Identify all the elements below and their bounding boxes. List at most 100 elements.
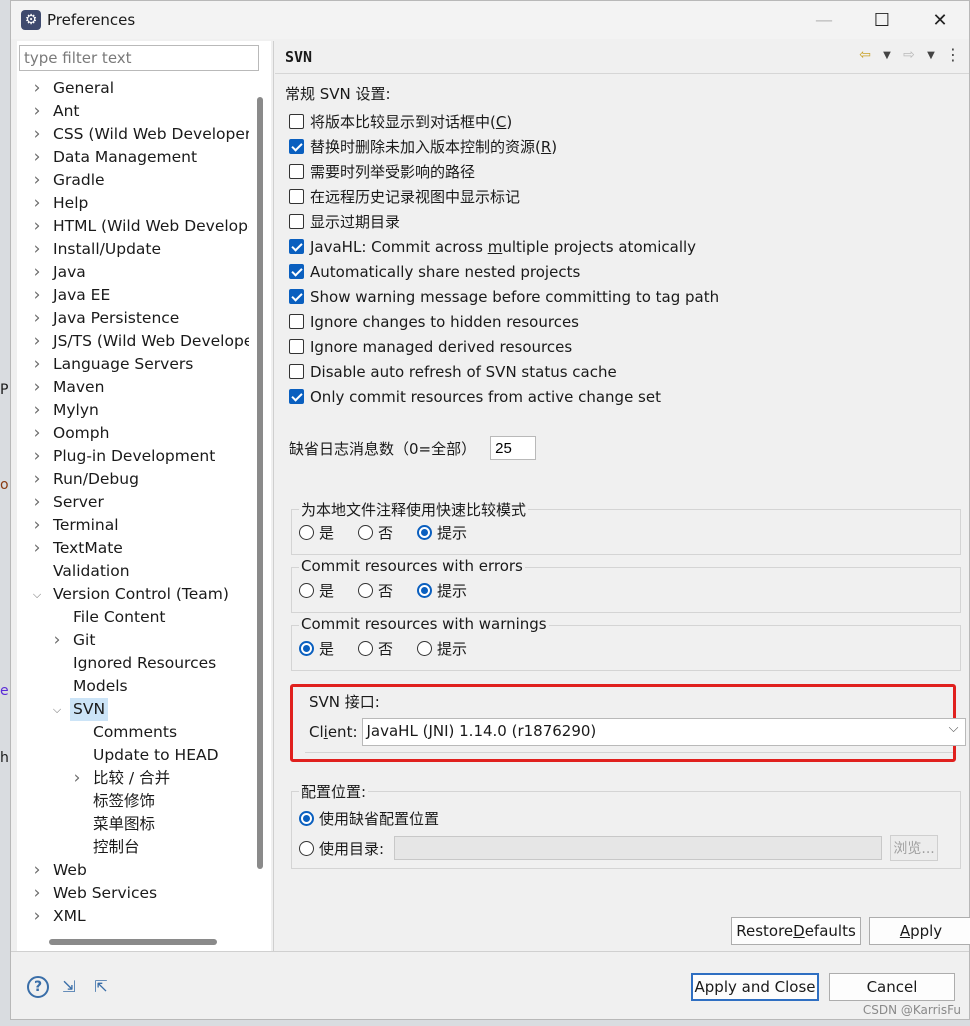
- tree-item[interactable]: ⌵ Version Control (Team): [17, 583, 249, 606]
- radio-option[interactable]: 是: [299, 580, 334, 601]
- tree-item[interactable]: › Terminal: [17, 514, 249, 537]
- client-select[interactable]: JavaHL (JNI) 1.14.0 (r1876290) ⌵: [361, 718, 966, 746]
- chevron-right-icon[interactable]: ›: [71, 767, 83, 790]
- chevron-right-icon[interactable]: ›: [31, 353, 43, 376]
- tree-item[interactable]: Models: [17, 675, 249, 698]
- tree-item[interactable]: › Web Services: [17, 882, 249, 905]
- chevron-right-icon[interactable]: ›: [31, 859, 43, 882]
- chevron-right-icon[interactable]: ›: [31, 882, 43, 905]
- log-count-input[interactable]: [490, 436, 537, 460]
- radio-option[interactable]: 提示: [417, 638, 467, 659]
- radio-option[interactable]: 否: [358, 522, 393, 543]
- tree-item[interactable]: › Gradle: [17, 169, 249, 192]
- chevron-right-icon[interactable]: ›: [31, 169, 43, 192]
- chevron-down-icon[interactable]: ⌵: [51, 698, 63, 721]
- restore-defaults-button[interactable]: Restore Defaults: [731, 917, 861, 945]
- chevron-right-icon[interactable]: ›: [31, 376, 43, 399]
- back-dropdown-icon[interactable]: ▼: [877, 47, 897, 65]
- radio-option[interactable]: 是: [299, 522, 334, 543]
- checkbox-checked-icon[interactable]: [289, 239, 304, 254]
- chevron-right-icon[interactable]: ›: [31, 77, 43, 100]
- browse-button[interactable]: 浏览...: [890, 835, 939, 861]
- checkbox-unchecked-icon[interactable]: [289, 364, 304, 379]
- help-icon[interactable]: ?: [27, 976, 49, 998]
- tree-item[interactable]: › TextMate: [17, 537, 249, 560]
- use-directory-radio[interactable]: 使用目录:: [299, 838, 384, 859]
- apply-button[interactable]: Apply: [869, 917, 970, 945]
- chevron-right-icon[interactable]: ›: [51, 629, 63, 652]
- back-arrow-icon[interactable]: ⇦: [855, 47, 875, 65]
- tree-item[interactable]: › JS/TS (Wild Web Developer: [17, 330, 249, 353]
- tree-item[interactable]: › Java: [17, 261, 249, 284]
- tree-item[interactable]: › Web: [17, 859, 249, 882]
- chevron-right-icon[interactable]: ›: [31, 284, 43, 307]
- setting-checkbox[interactable]: Ignore changes to hidden resources: [289, 309, 719, 334]
- checkbox-checked-icon[interactable]: [289, 389, 304, 404]
- export-icon[interactable]: ⇱: [89, 977, 113, 997]
- tree-item[interactable]: › Install/Update: [17, 238, 249, 261]
- setting-checkbox[interactable]: Disable auto refresh of SVN status cache: [289, 359, 719, 384]
- import-icon[interactable]: ⇲: [57, 977, 81, 997]
- radio-option[interactable]: 否: [358, 580, 393, 601]
- tree-item[interactable]: › Java EE: [17, 284, 249, 307]
- pane-divider[interactable]: [273, 41, 274, 951]
- tree-item[interactable]: 标签修饰: [17, 790, 249, 813]
- chevron-right-icon[interactable]: ›: [31, 238, 43, 261]
- tree-item[interactable]: › HTML (Wild Web Develope: [17, 215, 249, 238]
- minimize-icon[interactable]: —: [795, 1, 853, 39]
- setting-checkbox[interactable]: Only commit resources from active change…: [289, 384, 719, 409]
- chevron-right-icon[interactable]: ›: [31, 422, 43, 445]
- setting-checkbox[interactable]: Show warning message before committing t…: [289, 284, 719, 309]
- view-menu-icon[interactable]: ⋮: [943, 47, 963, 65]
- setting-checkbox[interactable]: Automatically share nested projects: [289, 259, 719, 284]
- tree-horizontal-scrollbar[interactable]: [49, 939, 217, 945]
- setting-checkbox[interactable]: Ignore managed derived resources: [289, 334, 719, 359]
- chevron-right-icon[interactable]: ›: [31, 445, 43, 468]
- chevron-right-icon[interactable]: ›: [31, 192, 43, 215]
- tree-item[interactable]: Validation: [17, 560, 249, 583]
- setting-checkbox[interactable]: 需要时列举受影响的路径: [289, 159, 719, 184]
- tree-item[interactable]: › Help: [17, 192, 249, 215]
- chevron-right-icon[interactable]: ›: [31, 468, 43, 491]
- close-icon[interactable]: ✕: [911, 1, 969, 39]
- checkbox-checked-icon[interactable]: [289, 264, 304, 279]
- tree-item[interactable]: File Content: [17, 606, 249, 629]
- tree-item[interactable]: › Ant: [17, 100, 249, 123]
- checkbox-unchecked-icon[interactable]: [289, 339, 304, 354]
- tree-vertical-scrollbar[interactable]: [257, 97, 263, 869]
- chevron-right-icon[interactable]: ›: [31, 261, 43, 284]
- tree-item[interactable]: › Maven: [17, 376, 249, 399]
- tree-item[interactable]: ⌵ SVN: [17, 698, 249, 721]
- checkbox-unchecked-icon[interactable]: [289, 189, 304, 204]
- tree-item[interactable]: › 比较 / 合并: [17, 767, 249, 790]
- tree-item[interactable]: › Git: [17, 629, 249, 652]
- apply-and-close-button[interactable]: Apply and Close: [691, 973, 819, 1001]
- chevron-right-icon[interactable]: ›: [31, 307, 43, 330]
- tree-item[interactable]: › Java Persistence: [17, 307, 249, 330]
- checkbox-unchecked-icon[interactable]: [289, 164, 304, 179]
- radio-option[interactable]: 提示: [417, 580, 467, 601]
- tree-item[interactable]: › Mylyn: [17, 399, 249, 422]
- checkbox-unchecked-icon[interactable]: [289, 314, 304, 329]
- setting-checkbox[interactable]: 替换时删除未加入版本控制的资源(R): [289, 134, 719, 159]
- setting-checkbox[interactable]: 将版本比较显示到对话框中(C): [289, 109, 719, 134]
- tree-item[interactable]: 菜单图标: [17, 813, 249, 836]
- tree-item[interactable]: Update to HEAD: [17, 744, 249, 767]
- chevron-right-icon[interactable]: ›: [31, 537, 43, 560]
- checkbox-unchecked-icon[interactable]: [289, 214, 304, 229]
- radio-option[interactable]: 否: [358, 638, 393, 659]
- tree-item[interactable]: › Language Servers: [17, 353, 249, 376]
- tree-item[interactable]: Comments: [17, 721, 249, 744]
- forward-dropdown-icon[interactable]: ▼: [921, 47, 941, 65]
- checkbox-checked-icon[interactable]: [289, 289, 304, 304]
- use-default-config-radio[interactable]: 使用缺省配置位置: [299, 808, 439, 829]
- chevron-right-icon[interactable]: ›: [31, 399, 43, 422]
- chevron-right-icon[interactable]: ›: [31, 514, 43, 537]
- chevron-right-icon[interactable]: ›: [31, 491, 43, 514]
- radio-option[interactable]: 是: [299, 638, 334, 659]
- cancel-button[interactable]: Cancel: [829, 973, 955, 1001]
- checkbox-unchecked-icon[interactable]: [289, 114, 304, 129]
- setting-checkbox[interactable]: JavaHL: Commit across multiple projects …: [289, 234, 719, 259]
- radio-option[interactable]: 提示: [417, 522, 467, 543]
- chevron-right-icon[interactable]: ›: [31, 123, 43, 146]
